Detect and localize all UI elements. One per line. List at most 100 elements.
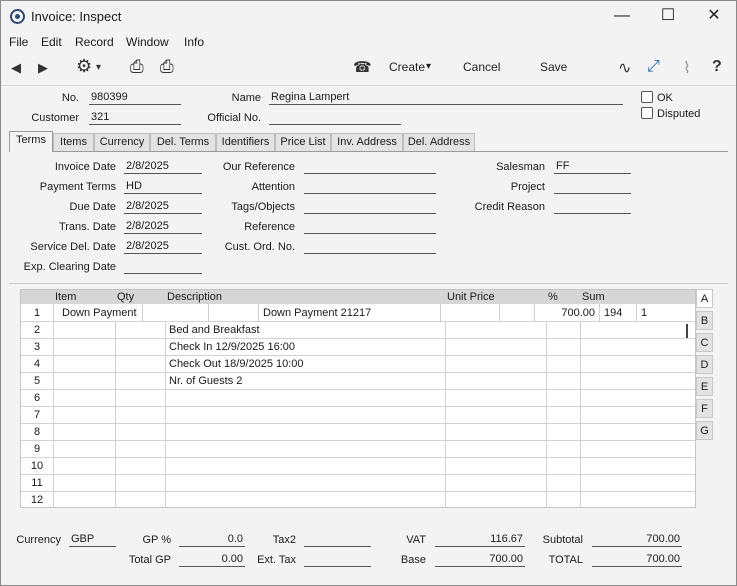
col-header-item[interactable]: Item [55,291,76,303]
cust-ord-no-field[interactable] [304,240,436,254]
vat-label: VAT [406,534,426,546]
side-tab-b[interactable]: B [696,311,713,330]
grid-col-divider [546,321,547,507]
salesman-field[interactable]: FF [554,160,631,174]
total-gp-label: Total GP [128,554,171,566]
col-header-qty[interactable]: Qty [117,291,134,303]
tab-terms[interactable]: Terms [9,131,53,152]
no-field[interactable]: 980399 [89,91,181,105]
invoice-window: Invoice: Inspect — ☐ ✕ File Edit Record … [0,0,737,586]
row5-description-cell[interactable]: Nr. of Guests 2 [169,375,242,387]
row1-extra-cell[interactable]: 194 [604,307,622,319]
customer-field[interactable]: 321 [89,111,181,125]
activity-icon[interactable]: ∿ [618,58,631,78]
minimize-button[interactable]: — [599,1,645,32]
tab-items[interactable]: Items [53,133,94,152]
grid-row-divider [21,457,695,458]
col-header-percent[interactable]: % [548,291,558,303]
ok-checkbox[interactable] [641,91,653,103]
credit-reason-field[interactable] [554,200,631,214]
tab-identifiers[interactable]: Identifiers [216,133,275,152]
side-tab-a[interactable]: A [696,289,713,308]
side-tab-e[interactable]: E [696,377,713,396]
grid-row-divider [21,474,695,475]
tab-del-address[interactable]: Del. Address [403,133,475,152]
col-header-unit-price[interactable]: Unit Price [447,291,495,303]
attention-label: Attention [251,181,295,193]
row1-item-cell[interactable]: Down Payment [62,307,137,319]
row-number: 12 [30,494,44,506]
tab-price-list[interactable]: Price List [275,133,331,152]
disputed-checkbox[interactable] [641,107,653,119]
reference-field[interactable] [304,220,436,234]
currency-field[interactable]: GBP [69,533,116,547]
side-tab-f[interactable]: F [696,399,713,418]
back-arrow-icon[interactable]: ◀ [11,60,21,76]
col-header-sum[interactable]: Sum [582,291,605,303]
ext-tax-field [304,553,371,567]
items-grid[interactable]: Item Qty Description Unit Price % Sum 1 … [20,289,696,508]
menu-info[interactable]: Info [184,35,204,49]
gear-dropdown-caret-icon[interactable]: ▾ [96,62,101,73]
our-reference-label: Our Reference [222,161,295,173]
total-label: TOTAL [548,554,583,566]
create-button[interactable]: Create [389,60,425,74]
attention-field[interactable] [304,180,436,194]
cancel-button[interactable]: Cancel [463,60,500,74]
menu-record[interactable]: Record [75,35,114,49]
row-number: 6 [33,392,41,404]
row4-description-cell[interactable]: Check Out 18/9/2025 10:00 [169,358,304,370]
row1-extra-cell[interactable]: 1 [641,307,647,319]
forward-arrow-icon[interactable]: ▶ [38,60,48,76]
grid-scrollbar-thumb[interactable] [686,324,688,338]
payment-terms-field[interactable]: HD [124,180,202,194]
expand-icon[interactable]: ⤢ [647,58,660,76]
trans-date-field[interactable]: 2/8/2025 [124,220,202,234]
due-date-field[interactable]: 2/8/2025 [124,200,202,214]
service-del-date-label: Service Del. Date [30,241,116,253]
save-button[interactable]: Save [540,60,567,74]
row-number: 4 [33,358,41,370]
row1-sum-cell[interactable]: 700.00 [539,307,595,319]
print-icon[interactable]: ⎙ [130,57,144,77]
invoice-date-field[interactable]: 2/8/2025 [124,160,202,174]
maximize-button[interactable]: ☐ [645,1,691,32]
subtotal-field: 700.00 [592,533,682,547]
side-tab-c[interactable]: C [696,333,713,352]
col-header-description[interactable]: Description [167,291,222,303]
row-number: 5 [33,375,41,387]
help-icon[interactable]: ? [712,58,722,76]
official-no-field[interactable] [269,111,401,125]
gear-icon[interactable]: ⚙ [76,56,92,77]
project-field[interactable] [554,180,631,194]
section-divider [9,283,728,284]
tab-del-terms[interactable]: Del. Terms [150,133,216,152]
no-label: No. [61,92,79,104]
phone-icon[interactable]: ☎ [353,58,372,76]
attachment-icon[interactable]: ⌇ [683,58,691,78]
side-tab-g[interactable]: G [696,421,713,440]
exp-clearing-date-field[interactable] [124,260,202,274]
name-field[interactable]: Regina Lampert [269,91,623,105]
menu-window[interactable]: Window [126,35,169,49]
due-date-label: Due Date [69,201,116,213]
menu-edit[interactable]: Edit [41,35,62,49]
print-preview-icon[interactable]: ⎙ [160,57,174,77]
row3-description-cell[interactable]: Check In 12/9/2025 16:00 [169,341,295,353]
tab-inv-address[interactable]: Inv. Address [331,133,403,152]
tags-objects-field[interactable] [304,200,436,214]
grid-col-divider [534,304,535,321]
grid-col-divider [445,321,446,507]
service-del-date-field[interactable]: 2/8/2025 [124,240,202,254]
tab-currency[interactable]: Currency [94,133,150,152]
close-button[interactable]: ✕ [691,1,737,32]
side-tab-d[interactable]: D [696,355,713,374]
subtotal-label: Subtotal [542,534,583,546]
create-dropdown-caret-icon[interactable]: ▾ [426,61,431,72]
grid-row-divider [21,406,695,407]
menu-file[interactable]: File [9,35,28,49]
grid-col-divider [440,304,441,321]
row2-description-cell[interactable]: Bed and Breakfast [169,324,260,336]
row1-description-cell[interactable]: Down Payment 21217 [263,307,371,319]
our-reference-field[interactable] [304,160,436,174]
